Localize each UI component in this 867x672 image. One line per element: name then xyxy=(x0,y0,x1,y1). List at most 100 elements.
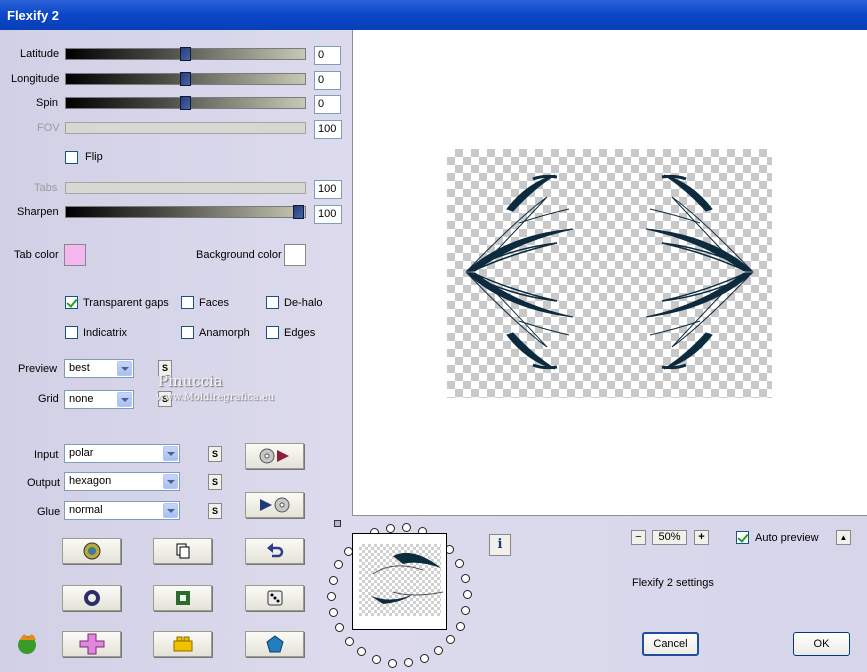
ring-button[interactable] xyxy=(62,585,121,611)
navigator-handle[interactable] xyxy=(334,520,341,527)
copy-button[interactable] xyxy=(153,538,212,564)
tabs-label: Tabs xyxy=(34,182,58,194)
input-select[interactable]: polar xyxy=(64,444,180,463)
flaming-logo-icon xyxy=(14,630,40,659)
pentagon-button[interactable] xyxy=(245,631,304,657)
flip-label: Flip xyxy=(85,151,103,163)
zoom-in-button[interactable]: + xyxy=(694,530,709,545)
tab-color-swatch[interactable] xyxy=(64,244,86,266)
navigator-dot[interactable] xyxy=(402,523,412,533)
navigator-dot[interactable] xyxy=(454,558,464,568)
spin-label: Spin xyxy=(36,97,59,109)
chevron-down-icon xyxy=(163,446,178,461)
navigator-dot[interactable] xyxy=(335,623,345,633)
zoom-out-button[interactable]: − xyxy=(631,530,646,545)
navigator-dot[interactable] xyxy=(334,560,344,570)
export-preset-button[interactable] xyxy=(245,492,304,518)
navigator-dot[interactable] xyxy=(329,608,339,618)
navigator-dot[interactable] xyxy=(344,636,354,646)
indicatrix-checkbox[interactable] xyxy=(65,326,78,339)
settings-caption: Flexify 2 settings xyxy=(632,577,714,589)
faces-checkbox[interactable] xyxy=(181,296,194,309)
longitude-label: Longitude xyxy=(11,73,60,85)
bug-icon xyxy=(83,542,100,560)
sharpen-slider[interactable] xyxy=(65,205,306,219)
grid-select[interactable]: none xyxy=(64,390,134,409)
auto-preview-checkbox[interactable] xyxy=(736,531,749,544)
glue-s-button[interactable]: S xyxy=(208,503,222,519)
navigator-dot[interactable] xyxy=(328,575,338,585)
fov-label: FOV xyxy=(37,122,60,134)
de-halo-label: De-halo xyxy=(284,297,323,309)
glue-select[interactable]: normal xyxy=(64,501,180,520)
cross-icon xyxy=(79,633,104,655)
latitude-input[interactable]: 0 xyxy=(314,46,341,65)
navigator-dot[interactable] xyxy=(357,647,367,657)
edges-label: Edges xyxy=(284,327,316,339)
navigator-dot[interactable] xyxy=(371,654,381,664)
longitude-slider-thumb[interactable] xyxy=(180,72,191,86)
collapse-button[interactable]: ▲ xyxy=(836,530,851,545)
tabs-slider xyxy=(65,182,306,194)
spin-slider-thumb[interactable] xyxy=(180,96,191,110)
flip-checkbox[interactable] xyxy=(65,151,78,164)
navigator-dot[interactable] xyxy=(462,590,472,600)
cancel-button[interactable]: Cancel xyxy=(642,632,699,656)
navigator-dot[interactable] xyxy=(460,573,470,583)
navigator-dot[interactable] xyxy=(419,654,429,664)
watermark-name: Pinuccia xyxy=(158,372,223,390)
navigator-dot[interactable] xyxy=(385,523,395,533)
auto-preview-label: Auto preview xyxy=(755,532,819,544)
glue-select-value: normal xyxy=(69,504,103,516)
grid-label: Grid xyxy=(38,393,59,405)
navigator-dot[interactable] xyxy=(387,658,397,668)
preview-image xyxy=(447,149,772,398)
disc-play-icon xyxy=(259,448,289,464)
latitude-slider[interactable] xyxy=(65,47,306,61)
anamorph-checkbox[interactable] xyxy=(181,326,194,339)
navigator-dot[interactable] xyxy=(455,621,465,631)
sharpen-slider-thumb[interactable] xyxy=(293,205,304,219)
output-select-value: hexagon xyxy=(69,475,112,487)
latitude-slider-thumb[interactable] xyxy=(180,47,191,61)
de-halo-checkbox[interactable] xyxy=(266,296,279,309)
import-preset-button[interactable] xyxy=(245,443,304,469)
undo-icon xyxy=(266,543,283,558)
chevron-down-icon xyxy=(163,503,178,518)
random-preset-button[interactable] xyxy=(62,538,121,564)
randomize-button[interactable] xyxy=(245,585,304,611)
brick-button[interactable] xyxy=(153,631,212,657)
input-s-button[interactable]: S xyxy=(208,446,222,462)
watermark-site: www.Moldiregrafica.eu xyxy=(156,392,275,403)
ok-button[interactable]: OK xyxy=(793,632,850,656)
navigator-dot[interactable] xyxy=(404,658,413,668)
output-label: Output xyxy=(27,477,61,489)
sharpen-label: Sharpen xyxy=(17,206,59,218)
navigator-dot[interactable] xyxy=(461,606,471,616)
edges-checkbox[interactable] xyxy=(266,326,279,339)
output-select[interactable]: hexagon xyxy=(64,472,180,491)
navigator-dot[interactable] xyxy=(327,591,336,601)
frame-button[interactable] xyxy=(153,585,212,611)
background-color-swatch[interactable] xyxy=(284,244,306,266)
longitude-input[interactable]: 0 xyxy=(314,71,341,90)
output-s-button[interactable]: S xyxy=(208,474,222,490)
navigator[interactable] xyxy=(324,520,480,670)
preview-select[interactable]: best xyxy=(64,359,134,378)
preview-canvas[interactable] xyxy=(352,30,867,516)
preview-select-value: best xyxy=(69,362,90,374)
sharpen-input[interactable]: 100 xyxy=(314,205,342,224)
longitude-slider[interactable] xyxy=(65,72,306,86)
navigator-thumbnail xyxy=(352,533,447,630)
info-button[interactable]: i xyxy=(489,534,511,556)
transparent-gaps-checkbox[interactable] xyxy=(65,296,78,309)
glue-label: Glue xyxy=(37,506,61,518)
dialog-body: Latitude 0 Longitude 0 Spin 0 FOV 100 Fl… xyxy=(0,30,867,672)
spin-slider[interactable] xyxy=(65,96,306,110)
navigator-dot[interactable] xyxy=(446,635,456,645)
input-select-value: polar xyxy=(69,447,94,459)
undo-button[interactable] xyxy=(245,538,304,564)
navigator-dot[interactable] xyxy=(434,646,444,656)
spin-input[interactable]: 0 xyxy=(314,95,341,114)
cross-button[interactable] xyxy=(62,631,121,657)
